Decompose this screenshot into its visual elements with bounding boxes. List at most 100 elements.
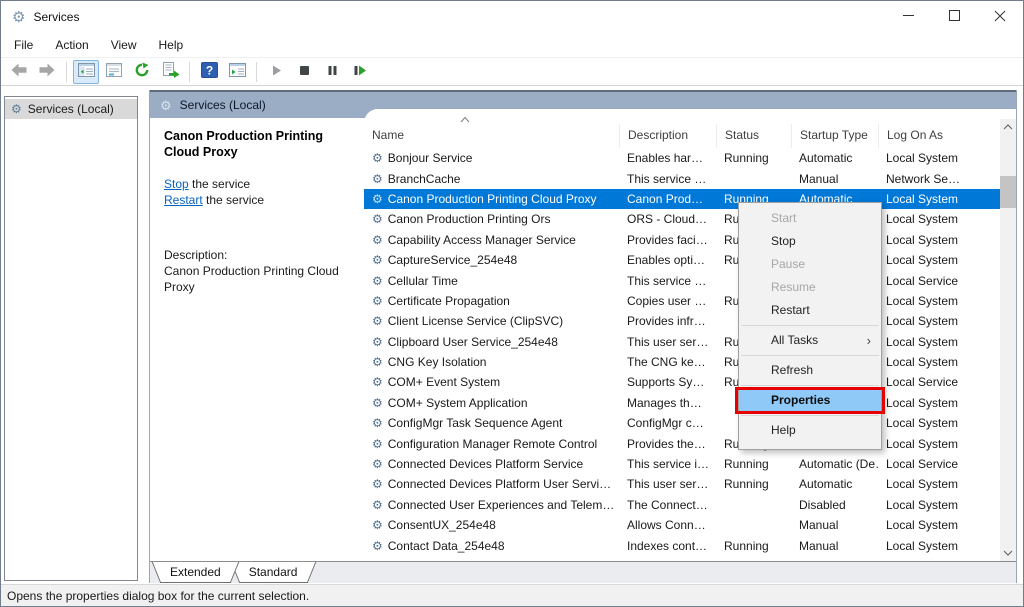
table-row[interactable]: ⚙Canon Production Printing OrsORS - Clou…	[364, 209, 1000, 229]
close-button[interactable]	[977, 1, 1023, 33]
start-service-icon	[270, 64, 283, 80]
service-description-cell: The CNG ke…	[619, 355, 716, 369]
toolbar-export-list-button[interactable]	[157, 60, 183, 84]
table-row[interactable]: ⚙CaptureService_254e48Enables opti…Runni…	[364, 250, 1000, 270]
column-header-name[interactable]: Name	[364, 124, 619, 148]
table-row[interactable]: ⚙ConfigMgr Task Sequence AgentConfigMgr …	[364, 413, 1000, 433]
table-row[interactable]: ⚙Connected Devices Platform ServiceThis …	[364, 454, 1000, 474]
scroll-down-button[interactable]	[1000, 545, 1016, 561]
column-header-status[interactable]: Status	[716, 124, 791, 148]
status-bar: Opens the properties dialog box for the …	[1, 584, 1023, 606]
table-row[interactable]: ⚙COM+ Event SystemSupports Sy…RunningLoc…	[364, 372, 1000, 392]
stop-service-link[interactable]: Stop	[164, 177, 189, 191]
toolbar-show-console-tree-button[interactable]	[73, 60, 99, 84]
service-gear-icon: ⚙	[372, 254, 383, 266]
list-rows: ⚙Bonjour ServiceEnables har…RunningAutom…	[364, 148, 1000, 560]
service-logon-cell: Local System	[878, 253, 1000, 267]
context-menu-item-restart[interactable]: Restart	[739, 299, 881, 322]
column-header-log-on-as[interactable]: Log On As	[878, 124, 1000, 148]
menu-item-label: Start	[771, 211, 796, 225]
column-header-startup-type[interactable]: Startup Type	[791, 124, 878, 148]
service-gear-icon: ⚙	[372, 275, 383, 287]
refresh-icon	[134, 62, 150, 81]
column-header-description[interactable]: Description	[619, 124, 716, 148]
service-description-cell: ORS - Cloud…	[619, 212, 716, 226]
table-row[interactable]: ⚙Contact Data_254e48Indexes cont…Running…	[364, 535, 1000, 555]
toolbar-forward-button[interactable]	[34, 60, 60, 84]
minimize-button[interactable]	[885, 1, 931, 33]
toolbar-start-service-button[interactable]	[263, 60, 289, 84]
table-row[interactable]: ⚙BranchCacheThis service …ManualNetwork …	[364, 168, 1000, 188]
scroll-up-button[interactable]	[1000, 119, 1016, 135]
table-row[interactable]: ⚙	[364, 556, 1000, 560]
service-logon-cell: Local System	[878, 437, 1000, 451]
table-row[interactable]: ⚙Canon Production Printing Cloud ProxyCa…	[364, 189, 1000, 209]
table-row[interactable]: ⚙Clipboard User Service_254e48This user …	[364, 332, 1000, 352]
context-menu: StartStopPauseResumeRestartAll Tasks›Ref…	[738, 202, 882, 450]
service-gear-icon: ⚙	[372, 499, 383, 511]
service-gear-icon: ⚙	[372, 213, 383, 225]
vertical-scrollbar[interactable]	[1000, 119, 1016, 561]
table-row[interactable]: ⚙CNG Key IsolationThe CNG ke…RunningLoca…	[364, 352, 1000, 372]
service-description-cell: Allows Conn…	[619, 518, 716, 532]
menu-item-label: Help	[771, 423, 796, 437]
stop-suffix: the service	[189, 177, 250, 191]
menu-action[interactable]: Action	[44, 34, 99, 56]
table-row[interactable]: ⚙Cellular TimeThis service …Local Servic…	[364, 270, 1000, 290]
context-menu-item-stop[interactable]: Stop	[739, 230, 881, 253]
toolbar-pause-service-button[interactable]	[319, 60, 345, 84]
toolbar-help-button[interactable]: ?	[196, 60, 222, 84]
service-logon-cell: Local Service	[878, 274, 1000, 288]
table-row[interactable]: ⚙Configuration Manager Remote ControlPro…	[364, 433, 1000, 453]
context-menu-item-help[interactable]: Help	[739, 419, 881, 442]
service-logon-cell: Local System	[878, 498, 1000, 512]
tab-standard[interactable]: Standard	[231, 562, 316, 583]
service-name: COM+ Event System	[388, 375, 500, 389]
menu-view[interactable]: View	[100, 34, 148, 56]
table-row[interactable]: ⚙Bonjour ServiceEnables har…RunningAutom…	[364, 148, 1000, 168]
menu-file[interactable]: File	[3, 34, 44, 56]
menu-item-label: Resume	[771, 280, 816, 294]
toolbar-properties-button[interactable]	[101, 60, 127, 84]
table-row[interactable]: ⚙Certificate PropagationCopies user …Run…	[364, 291, 1000, 311]
table-row[interactable]: ⚙Connected User Experiences and Telem…Th…	[364, 495, 1000, 515]
table-row[interactable]: ⚙Client License Service (ClipSVC)Provide…	[364, 311, 1000, 331]
pause-service-icon	[326, 64, 339, 80]
service-name: Bonjour Service	[388, 151, 473, 165]
band-title: Services (Local)	[180, 98, 266, 112]
service-name: Connected Devices Platform Service	[388, 457, 583, 471]
toolbar: ?	[1, 58, 1023, 86]
context-menu-item-all-tasks[interactable]: All Tasks›	[739, 329, 881, 352]
table-row[interactable]: ⚙ConsentUX_254e48Allows Conn…ManualLocal…	[364, 515, 1000, 535]
table-row[interactable]: ⚙Connected Devices Platform User Servi…T…	[364, 474, 1000, 494]
tab-extended[interactable]: Extended	[152, 562, 239, 583]
description-label: Description:	[164, 247, 356, 263]
tree-item-services-local[interactable]: ⚙ Services (Local)	[5, 99, 137, 119]
context-menu-item-refresh[interactable]: Refresh	[739, 359, 881, 382]
context-menu-item-properties[interactable]: Properties	[739, 389, 881, 412]
service-description-cell: Provides the…	[619, 437, 716, 451]
toolbar-restart-service-button[interactable]	[347, 60, 373, 84]
menu-item-label: Restart	[771, 303, 810, 317]
service-description-cell: This service i…	[619, 457, 716, 471]
menu-help[interactable]: Help	[148, 34, 195, 56]
toolbar-stop-service-button[interactable]	[291, 60, 317, 84]
forward-icon	[38, 62, 56, 81]
maximize-button[interactable]	[931, 1, 977, 33]
service-description-cell: Indexes cont…	[619, 539, 716, 553]
scrollbar-thumb[interactable]	[1000, 176, 1016, 208]
service-description-cell: This service …	[619, 172, 716, 186]
toolbar-back-button[interactable]	[6, 60, 32, 84]
back-icon	[10, 62, 28, 81]
service-name: Client License Service (ClipSVC)	[388, 314, 563, 328]
restart-service-link[interactable]: Restart	[164, 193, 203, 207]
table-row[interactable]: ⚙COM+ System ApplicationManages th…Local…	[364, 393, 1000, 413]
service-name: ConsentUX_254e48	[388, 518, 496, 532]
toolbar-show-action-pane-button[interactable]	[224, 60, 250, 84]
service-name: Certificate Propagation	[388, 294, 510, 308]
table-row[interactable]: ⚙Capability Access Manager ServiceProvid…	[364, 230, 1000, 250]
service-name: BranchCache	[388, 172, 461, 186]
toolbar-refresh-button[interactable]	[129, 60, 155, 84]
service-name-cell: ⚙ConfigMgr Task Sequence Agent	[364, 416, 619, 430]
window-controls	[885, 1, 1023, 33]
